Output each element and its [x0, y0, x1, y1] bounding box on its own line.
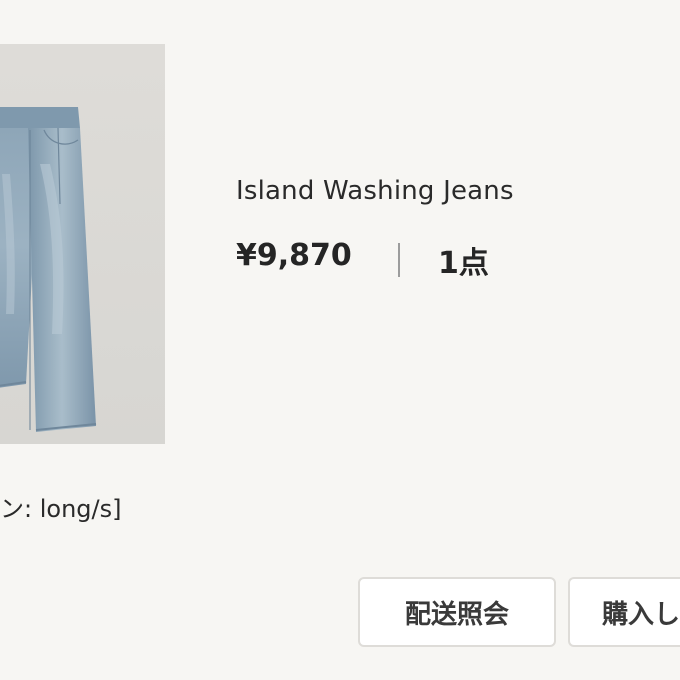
product-option: ョン: long/s] [0, 495, 122, 523]
purchase-button[interactable]: 購入し [568, 577, 680, 647]
product-quantity: 1点 [438, 246, 489, 281]
product-price: ¥9,870 [236, 238, 352, 273]
product-image[interactable] [0, 44, 165, 444]
product-name[interactable]: Island Washing Jeans [236, 176, 514, 206]
jeans-photo [0, 107, 97, 432]
delivery-inquiry-button[interactable]: 配送照会 [358, 577, 556, 647]
price-quantity-divider [398, 243, 400, 277]
